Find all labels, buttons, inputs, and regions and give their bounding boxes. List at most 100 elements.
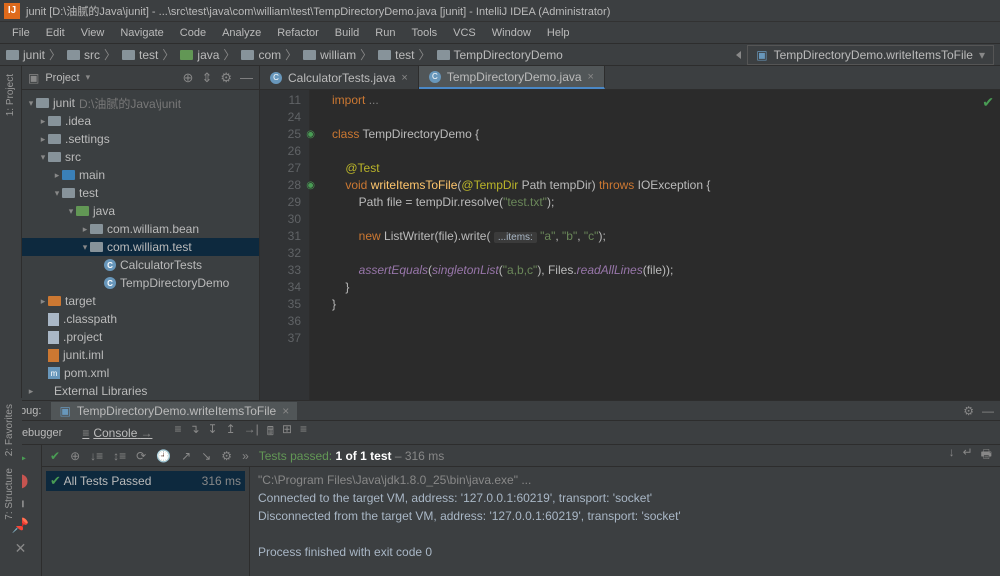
console-tab[interactable]: ≡Console →: [74, 424, 160, 442]
close-icon[interactable]: ×: [282, 404, 289, 418]
tests-passed-text: Tests passed: 1 of 1 test – 316 ms: [259, 449, 444, 463]
tree-item[interactable]: .settings: [22, 130, 259, 148]
menu-help[interactable]: Help: [539, 27, 578, 39]
breadcrumb-item[interactable]: test〉: [122, 46, 178, 63]
close-tab-icon[interactable]: ×: [588, 71, 594, 83]
step-out-icon[interactable]: ↥: [226, 422, 236, 443]
tree-item[interactable]: External Libraries: [22, 382, 259, 400]
tree-item[interactable]: com.william.test: [22, 238, 259, 256]
test-result-bar: ✔ ⊕ ↓≡ ↕≡ ⟳ 🕘 ↗ ↘ ⚙ » Tests passed: 1 of…: [42, 445, 1000, 467]
tree-item[interactable]: test: [22, 184, 259, 202]
tree-item[interactable]: java: [22, 202, 259, 220]
sort-icon[interactable]: ↓≡: [90, 449, 103, 463]
menu-tools[interactable]: Tools: [403, 27, 445, 39]
step-over-icon[interactable]: ≡: [174, 422, 181, 443]
favorites-tab[interactable]: 2: Favorites: [0, 398, 19, 462]
export-icon[interactable]: ↗: [181, 449, 191, 463]
tree-item[interactable]: .project: [22, 328, 259, 346]
project-tree[interactable]: junitD:\油腻的Java\junit.idea.settingssrcma…: [22, 90, 259, 400]
locate-icon[interactable]: ⊕: [183, 70, 194, 86]
console-output[interactable]: "C:\Program Files\Java\jdk1.8.0_25\bin\j…: [250, 467, 1000, 576]
debug-tab-icon: ▣: [59, 404, 70, 418]
test-result-tree[interactable]: ✔ All Tests Passed 316 ms: [42, 467, 250, 576]
menu-refactor[interactable]: Refactor: [269, 27, 327, 39]
breadcrumb[interactable]: junit〉src〉test〉java〉com〉william〉test〉Tem…: [6, 46, 565, 63]
collapse-icon[interactable]: ⇕: [201, 70, 212, 86]
menu-code[interactable]: Code: [172, 27, 214, 39]
gear-icon[interactable]: ⚙: [220, 70, 232, 86]
panel-mode-icon[interactable]: ▾: [86, 72, 91, 83]
menu-build[interactable]: Build: [327, 27, 367, 39]
expand-all-icon[interactable]: ⊕: [70, 449, 80, 463]
tree-item[interactable]: CCalculatorTests: [22, 256, 259, 274]
all-passed-label: All Tests Passed: [64, 474, 152, 488]
print-icon[interactable]: 🖶: [981, 445, 992, 466]
project-panel: ▣ Project ▾ ⊕ ⇕ ⚙ — junitD:\油腻的Java\juni…: [22, 66, 260, 400]
close-tab-icon[interactable]: ×: [401, 72, 407, 84]
all-tests-passed-row[interactable]: ✔ All Tests Passed 316 ms: [46, 471, 245, 491]
track-icon[interactable]: ⟳: [136, 449, 146, 463]
debug-session-tab[interactable]: ▣ TempDirectoryDemo.writeItemsToFile ×: [51, 402, 297, 420]
layout-icon[interactable]: ⊞: [282, 422, 292, 443]
breadcrumb-item[interactable]: com〉: [241, 46, 301, 63]
breadcrumb-item[interactable]: TempDirectoryDemo: [437, 48, 563, 62]
run-configuration-selector[interactable]: ▣ TempDirectoryDemo.writeItemsToFile ▾: [747, 45, 994, 65]
tree-item[interactable]: junitD:\油腻的Java\junit: [22, 94, 259, 112]
filter-icon[interactable]: ↕≡: [113, 449, 126, 463]
code-editor[interactable]: 112425262728293031323334353637 import ..…: [260, 90, 1000, 400]
breadcrumb-item[interactable]: junit〉: [6, 46, 65, 63]
debug-gear-icon[interactable]: ⚙: [963, 404, 974, 418]
editor-tab[interactable]: CTempDirectoryDemo.java×: [419, 66, 605, 89]
menu-edit[interactable]: Edit: [38, 27, 73, 39]
menu-window[interactable]: Window: [484, 27, 539, 39]
pass-check-icon: ✔: [50, 473, 61, 488]
tree-item[interactable]: junit.iml: [22, 346, 259, 364]
tree-item[interactable]: .classpath: [22, 310, 259, 328]
line-gutter: 112425262728293031323334353637: [260, 90, 310, 400]
menu-view[interactable]: View: [73, 27, 113, 39]
inspection-ok-icon: ✔: [982, 94, 994, 111]
options-icon[interactable]: ⚙: [221, 449, 232, 463]
run-to-cursor-icon[interactable]: →|: [244, 422, 259, 443]
tree-item[interactable]: .idea: [22, 112, 259, 130]
breadcrumb-item[interactable]: src〉: [67, 46, 120, 63]
tool-project-tab[interactable]: 1: Project: [5, 74, 16, 116]
all-passed-time: 316 ms: [202, 474, 241, 488]
import-icon[interactable]: ↘: [201, 449, 211, 463]
breadcrumb-item[interactable]: william〉: [303, 46, 376, 63]
tree-item[interactable]: target: [22, 292, 259, 310]
close-session-icon[interactable]: ✕: [15, 540, 27, 557]
run-config-label: TempDirectoryDemo.writeItemsToFile: [774, 48, 973, 62]
wrap-icon[interactable]: ↵: [963, 445, 973, 466]
menu-analyze[interactable]: Analyze: [214, 27, 269, 39]
menu-file[interactable]: File: [4, 27, 38, 39]
force-step-icon[interactable]: ↧: [208, 422, 218, 443]
debug-toolbar: Debugger ≡Console → ≡ ↴ ↧ ↥ →| 🖩 ⊞ ≡: [0, 421, 1000, 445]
menu-navigate[interactable]: Navigate: [112, 27, 171, 39]
scroll-icon[interactable]: ↓: [949, 445, 955, 466]
left-tool-strip-bottom: 2: Favorites 7: Structure: [0, 398, 22, 526]
tree-item[interactable]: src: [22, 148, 259, 166]
debug-minimize-icon[interactable]: —: [982, 404, 994, 418]
tree-item[interactable]: main: [22, 166, 259, 184]
history-icon[interactable]: 🕘: [156, 449, 171, 463]
tree-item[interactable]: mpom.xml: [22, 364, 259, 382]
breadcrumb-item[interactable]: java〉: [180, 46, 239, 63]
code-content[interactable]: import ...class TempDirectoryDemo { @Tes…: [310, 90, 1000, 400]
threads-icon[interactable]: ≡: [300, 422, 307, 443]
menu-run[interactable]: Run: [367, 27, 403, 39]
debug-panel: Debug: ▣ TempDirectoryDemo.writeItemsToF…: [0, 400, 1000, 576]
step-into-icon[interactable]: ↴: [189, 422, 199, 443]
editor-tabs: CCalculatorTests.java×CTempDirectoryDemo…: [260, 66, 1000, 90]
minimize-icon[interactable]: —: [240, 70, 253, 86]
breadcrumb-item[interactable]: test〉: [378, 46, 434, 63]
structure-tab[interactable]: 7: Structure: [0, 462, 19, 526]
menu-vcs[interactable]: VCS: [445, 27, 484, 39]
editor-tab[interactable]: CCalculatorTests.java×: [260, 66, 419, 89]
project-view-icon: ▣: [28, 71, 39, 85]
nav-back-icon[interactable]: [736, 51, 741, 59]
debug-tab-label: TempDirectoryDemo.writeItemsToFile: [77, 404, 276, 418]
tree-item[interactable]: CTempDirectoryDemo: [22, 274, 259, 292]
tree-item[interactable]: com.william.bean: [22, 220, 259, 238]
evaluate-icon[interactable]: 🖩: [267, 422, 274, 443]
